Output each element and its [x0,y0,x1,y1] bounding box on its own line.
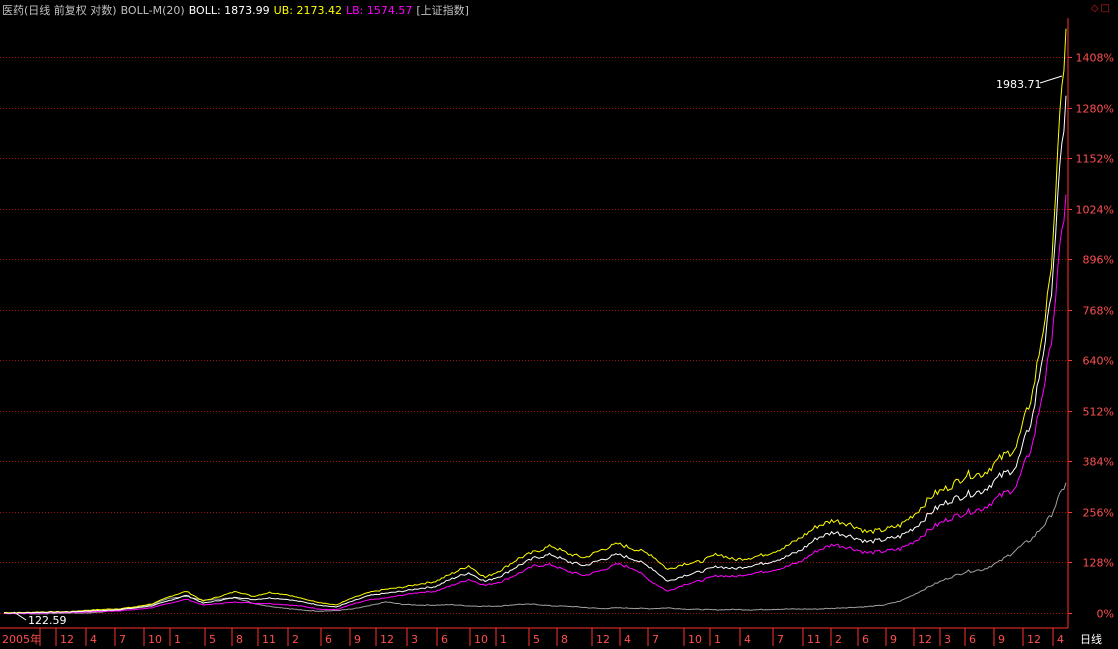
x-tick-label: 10 [148,633,162,646]
series-line-boll [4,95,1067,614]
x-tick-label: 2005年 [2,632,41,646]
x-tick-label: 8 [236,633,243,646]
x-tick-label: 6 [862,633,869,646]
x-tick-label: 7 [777,633,784,646]
x-tick-label: 9 [998,633,1005,646]
period-label: 日线 [1080,632,1102,646]
x-tick-label: 1 [714,633,721,646]
y-tick-label: 1280% [1076,103,1114,116]
price-chart[interactable]: 1408%1280%1152%1024%896%768%640%512%384%… [0,0,1118,649]
y-tick-label: 512% [1083,406,1114,419]
x-tick-label: 8 [561,633,568,646]
restore-icon[interactable]: ◇ [1091,3,1101,14]
y-tick-label: 768% [1083,305,1114,318]
x-tick-label: 12 [596,633,610,646]
lb-value: LB: 1574.57 [345,4,413,17]
x-tick-label: 2 [835,633,842,646]
x-tick-label: 5 [533,633,540,646]
high-marker-label: 1983.71 [996,78,1042,91]
low-marker-label: 122.59 [28,614,67,627]
chart-header: 医药(日线 前复权 对数) BOLL-M(20) BOLL: 1873.99 UB: … [2,2,473,18]
x-tick-label: 1 [500,633,507,646]
indicator-name[interactable]: BOLL-M(20) [121,4,185,17]
x-tick-label: 12 [918,633,932,646]
x-tick-label: 6 [441,633,448,646]
y-tick-label: 896% [1083,254,1114,267]
y-tick-label: 256% [1083,507,1114,520]
x-tick-label: 4 [624,633,631,646]
series-line-ub [4,28,1067,614]
x-tick-label: 10 [688,633,702,646]
x-tick-label: 4 [744,633,751,646]
x-tick-label: 9 [890,633,897,646]
y-tick-label: 384% [1083,456,1114,469]
x-tick-label: 6 [325,633,332,646]
high-marker-line [1039,75,1063,84]
x-tick-label: 3 [411,633,418,646]
x-tick-label: 6 [969,633,976,646]
x-tick-label: 11 [262,633,276,646]
x-tick-label: 7 [119,633,126,646]
y-tick-label: 1152% [1076,153,1114,166]
y-tick-label: 1024% [1076,204,1114,217]
ub-value: UB: 2173.42 [273,4,342,17]
window-controls: ◇□ [1091,3,1112,14]
x-tick-label: 2 [292,633,299,646]
x-tick-label: 7 [652,633,659,646]
boll-value: BOLL: 1873.99 [188,4,270,17]
x-tick-label: 12 [1027,633,1041,646]
x-tick-label: 3 [944,633,951,646]
x-tick-label: 12 [380,633,394,646]
x-tick-label: 1 [174,633,181,646]
x-tick-label: 11 [807,633,821,646]
x-tick-label: 12 [60,633,74,646]
y-tick-label: 0% [1097,608,1114,621]
chart-title: 医药(日线 前复权 对数) [2,4,117,17]
compare-index[interactable]: [上证指数] [416,4,469,17]
y-tick-label: 640% [1083,355,1114,368]
y-tick-label: 1408% [1076,52,1114,65]
x-tick-label: 4 [1057,633,1064,646]
x-tick-label: 4 [90,633,97,646]
maximize-icon[interactable]: □ [1101,3,1112,14]
y-tick-label: 128% [1083,557,1114,570]
series-line-compare [4,482,1067,615]
x-tick-label: 5 [209,633,216,646]
x-tick-label: 9 [354,633,361,646]
x-tick-label: 10 [474,633,488,646]
